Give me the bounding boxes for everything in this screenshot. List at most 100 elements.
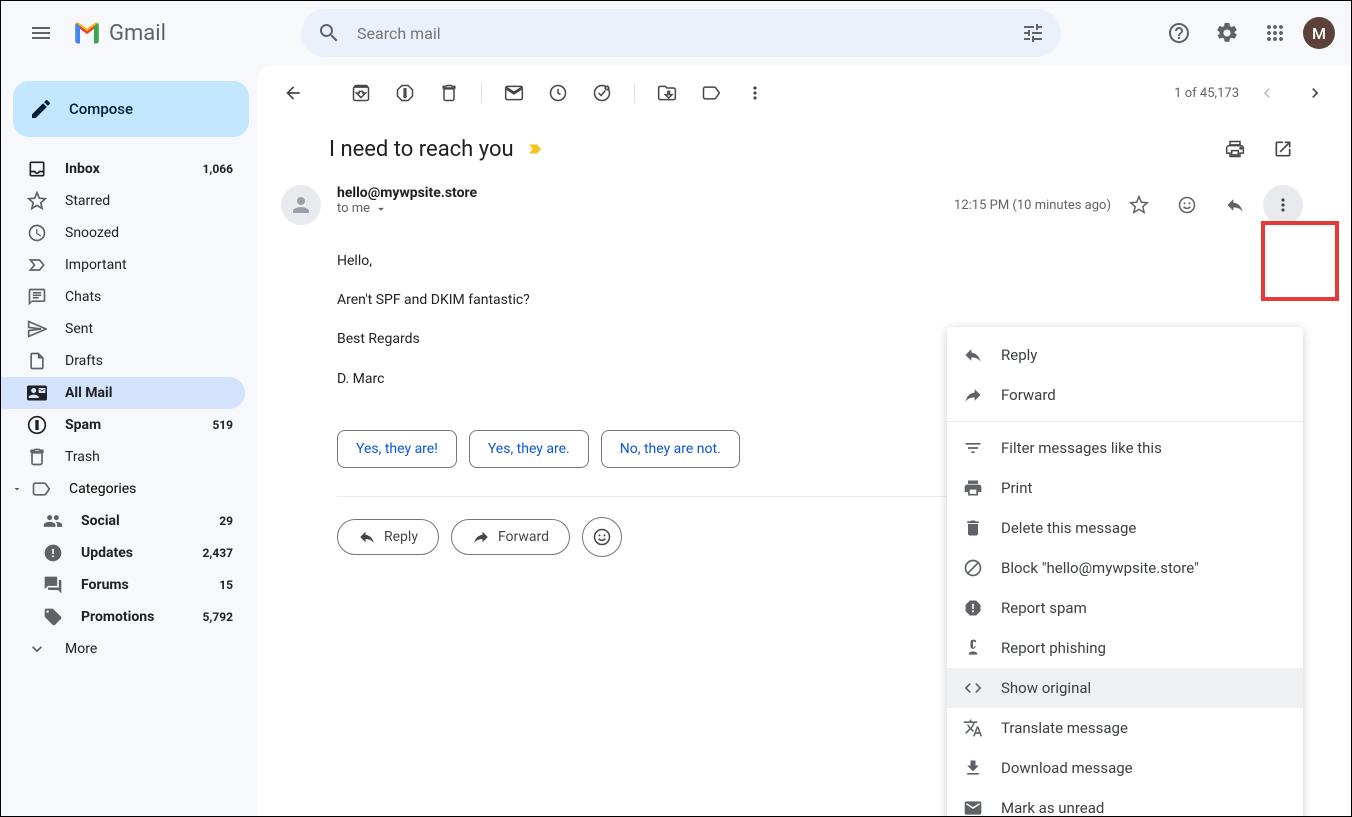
- tune-icon: [1021, 21, 1045, 45]
- sidebar-item-drafts[interactable]: Drafts: [1, 345, 245, 377]
- message-more-button[interactable]: [1263, 185, 1303, 225]
- chevron-left-icon: [1257, 83, 1277, 103]
- folder-move-icon: [657, 83, 677, 103]
- body-line: Aren't SPF and DKIM fantastic?: [337, 288, 1303, 313]
- sender-avatar[interactable]: [281, 185, 321, 225]
- download-icon: [963, 758, 983, 778]
- search-options-button[interactable]: [1013, 13, 1053, 53]
- compose-button[interactable]: Compose: [13, 81, 249, 137]
- menu-translate[interactable]: Translate message: [947, 708, 1303, 748]
- smart-reply-3[interactable]: No, they are not.: [601, 430, 740, 468]
- menu-block[interactable]: Block "hello@mywpsite.store": [947, 548, 1303, 588]
- search-bar[interactable]: [301, 9, 1061, 57]
- search-button[interactable]: [309, 13, 349, 53]
- translate-icon: [963, 718, 983, 738]
- sidebar-item-starred[interactable]: Starred: [1, 185, 245, 217]
- snooze-button[interactable]: [538, 73, 578, 113]
- account-avatar[interactable]: M: [1303, 17, 1335, 49]
- menu-reply[interactable]: Reply: [947, 335, 1303, 375]
- sidebar-item-snoozed[interactable]: Snoozed: [1, 217, 245, 249]
- next-button[interactable]: [1295, 73, 1335, 113]
- message-toolbar: 1 of 45,173: [257, 65, 1351, 121]
- sidebar-item-forums[interactable]: Forums 15: [1, 569, 245, 601]
- important-marker-icon[interactable]: [526, 140, 544, 158]
- sidebar-item-social[interactable]: Social 29: [1, 505, 245, 537]
- open-new-window-button[interactable]: [1263, 129, 1303, 169]
- header-right: M: [1159, 13, 1335, 53]
- menu-label: Print: [1001, 479, 1032, 497]
- nav-count: 519: [212, 418, 233, 432]
- recipient-row[interactable]: to me: [337, 201, 938, 216]
- print-icon: [1225, 139, 1245, 159]
- snooze-icon: [548, 83, 568, 103]
- toolbar-divider: [481, 83, 482, 103]
- smart-reply-2[interactable]: Yes, they are.: [469, 430, 589, 468]
- sidebar-item-categories[interactable]: Categories: [1, 473, 257, 505]
- mark-unread-icon: [963, 798, 983, 816]
- reply-icon: [963, 345, 983, 365]
- sidebar-item-spam[interactable]: Spam 519: [1, 409, 245, 441]
- menu-forward[interactable]: Forward: [947, 375, 1303, 415]
- body-line: Hello,: [337, 249, 1303, 274]
- react-button[interactable]: [1167, 185, 1207, 225]
- apps-button[interactable]: [1255, 13, 1295, 53]
- main-menu-button[interactable]: [17, 9, 65, 57]
- move-to-button[interactable]: [647, 73, 687, 113]
- reply-button[interactable]: Reply: [337, 519, 439, 555]
- more-button[interactable]: [735, 73, 775, 113]
- chevron-right-icon: [1305, 83, 1325, 103]
- sidebar-item-more[interactable]: More: [1, 633, 245, 665]
- star-button[interactable]: [1119, 185, 1159, 225]
- compose-label: Compose: [69, 100, 133, 118]
- sidebar-item-all-mail[interactable]: All Mail: [1, 377, 245, 409]
- react-action-button[interactable]: [582, 517, 622, 557]
- sidebar-item-trash[interactable]: Trash: [1, 441, 245, 473]
- sidebar-item-important[interactable]: Important: [1, 249, 245, 281]
- menu-print[interactable]: Print: [947, 468, 1303, 508]
- spam-icon: [963, 598, 983, 618]
- menu-label: Download message: [1001, 759, 1133, 777]
- menu-report-phishing[interactable]: Report phishing: [947, 628, 1303, 668]
- reply-icon-button[interactable]: [1215, 185, 1255, 225]
- menu-mark-unread[interactable]: Mark as unread: [947, 788, 1303, 816]
- menu-delete[interactable]: Delete this message: [947, 508, 1303, 548]
- search-input[interactable]: [349, 24, 1013, 43]
- smart-reply-1[interactable]: Yes, they are!: [337, 430, 457, 468]
- more-vert-icon: [745, 83, 765, 103]
- labels-button[interactable]: [691, 73, 731, 113]
- delete-button[interactable]: [429, 73, 469, 113]
- logo-area[interactable]: Gmail: [73, 19, 293, 47]
- gmail-logo-icon: [73, 19, 101, 47]
- support-button[interactable]: [1159, 13, 1199, 53]
- report-spam-button[interactable]: [385, 73, 425, 113]
- menu-download[interactable]: Download message: [947, 748, 1303, 788]
- menu-show-original[interactable]: Show original: [947, 668, 1303, 708]
- star-outline-icon: [1129, 195, 1149, 215]
- message-header: hello@mywpsite.store to me 12:15 PM (10 …: [281, 185, 1303, 225]
- prev-button[interactable]: [1247, 73, 1287, 113]
- mark-unread-button[interactable]: [494, 73, 534, 113]
- menu-report-spam[interactable]: Report spam: [947, 588, 1303, 628]
- sidebar-item-sent[interactable]: Sent: [1, 313, 245, 345]
- print-button[interactable]: [1215, 129, 1255, 169]
- menu-filter[interactable]: Filter messages like this: [947, 428, 1303, 468]
- emoji-icon: [592, 527, 612, 547]
- menu-label: Delete this message: [1001, 519, 1136, 537]
- sidebar-item-updates[interactable]: Updates 2,437: [1, 537, 245, 569]
- nav-count: 5,792: [203, 610, 234, 624]
- nav-label: More: [65, 641, 97, 657]
- spam-icon: [27, 415, 47, 435]
- sidebar-item-promotions[interactable]: Promotions 5,792: [1, 601, 245, 633]
- chat-icon: [27, 287, 47, 307]
- settings-button[interactable]: [1207, 13, 1247, 53]
- open-in-new-icon: [1273, 139, 1293, 159]
- nav-label: Chats: [65, 289, 101, 305]
- archive-button[interactable]: [341, 73, 381, 113]
- back-button[interactable]: [273, 73, 313, 113]
- sidebar-item-chats[interactable]: Chats: [1, 281, 245, 313]
- add-task-button[interactable]: [582, 73, 622, 113]
- nav-count: 2,437: [203, 546, 234, 560]
- menu-label: Report spam: [1001, 599, 1087, 617]
- sidebar-item-inbox[interactable]: Inbox 1,066: [1, 153, 245, 185]
- forward-button[interactable]: Forward: [451, 519, 570, 555]
